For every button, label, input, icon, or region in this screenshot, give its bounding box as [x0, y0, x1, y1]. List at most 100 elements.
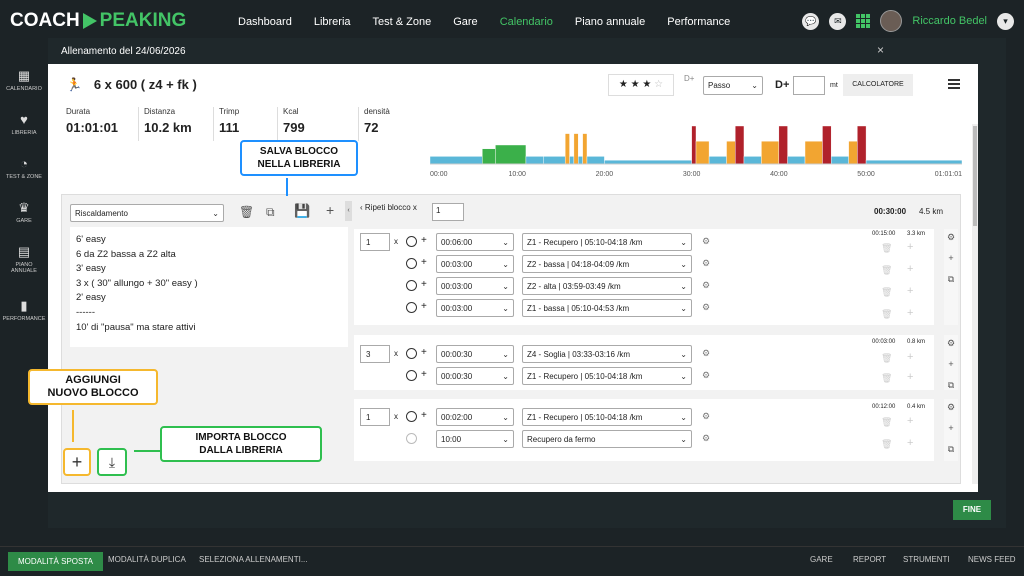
- clock-icon[interactable]: [406, 236, 417, 247]
- trash-icon[interactable]: 🗑: [881, 265, 892, 276]
- trash-icon[interactable]: 🗑: [239, 205, 254, 219]
- nav-gare[interactable]: Gare: [453, 16, 477, 28]
- copy-icon[interactable]: ⧉: [266, 205, 275, 220]
- gear-icon[interactable]: ⚙: [702, 302, 710, 313]
- sidebar-item-calendario[interactable]: ▦ CALENDARIO: [0, 68, 48, 92]
- zone-select[interactable]: Z4 - Soglia | 03:33-03:16 /km ⌄: [522, 345, 692, 363]
- gear-icon[interactable]: ⚙: [944, 338, 958, 359]
- repeat-input[interactable]: 1: [432, 203, 464, 221]
- notes-textarea[interactable]: 6' easy 6 da Z2 bassa a Z2 alta 3' easy …: [70, 227, 348, 347]
- nav-libreria[interactable]: Libreria: [314, 16, 351, 28]
- gear-icon[interactable]: ⚙: [702, 370, 710, 381]
- duration-select[interactable]: 00:03:00 ⌄: [436, 255, 514, 273]
- report-button[interactable]: REPORT: [853, 555, 886, 564]
- chat-icon[interactable]: 💬: [802, 12, 820, 30]
- add-icon[interactable]: +: [907, 371, 913, 383]
- sidebar-item-piano-annuale[interactable]: ▤ PIANO ANNUALE: [0, 244, 48, 274]
- duration-select[interactable]: 00:02:00 ⌄: [436, 408, 514, 426]
- import-block-button[interactable]: ⤓: [97, 448, 127, 476]
- add-step-icon[interactable]: +: [421, 279, 427, 290]
- gear-icon[interactable]: ⚙: [944, 232, 958, 253]
- gear-icon[interactable]: ⚙: [702, 348, 710, 359]
- races-button[interactable]: GARE: [810, 555, 833, 564]
- zone-select[interactable]: Z1 - Recupero | 05:10-04:18 /km ⌄: [522, 367, 692, 385]
- zone-select[interactable]: Z1 - bassa | 05:10-04:53 /km ⌄: [522, 299, 692, 317]
- duration-select[interactable]: 00:00:30 ⌄: [436, 345, 514, 363]
- nav-piano-annuale[interactable]: Piano annuale: [575, 16, 645, 28]
- gear-icon[interactable]: ⚙: [702, 280, 710, 291]
- menu-icon[interactable]: [948, 79, 960, 90]
- clock-icon[interactable]: [406, 258, 417, 269]
- add-step-icon[interactable]: +: [421, 257, 427, 268]
- dplus-input[interactable]: [793, 76, 825, 95]
- star-icon[interactable]: ★: [631, 79, 640, 90]
- trash-icon[interactable]: 🗑: [881, 439, 892, 450]
- copy-icon[interactable]: ⧉: [944, 274, 958, 295]
- star-icon[interactable]: ★: [619, 79, 628, 90]
- reps-input[interactable]: 1: [360, 408, 390, 426]
- zone-select[interactable]: Z2 - alta | 03:59-03:49 /km ⌄: [522, 277, 692, 295]
- gear-icon[interactable]: ⚙: [944, 402, 958, 423]
- sidebar-item-test-zone[interactable]: ◔ TEST & ZONE: [0, 156, 48, 180]
- trash-icon[interactable]: 🗑: [881, 243, 892, 254]
- add-icon[interactable]: +: [907, 263, 913, 275]
- zone-select[interactable]: Z1 - Recupero | 05:10-04:18 /km ⌄: [522, 233, 692, 251]
- add-step-icon[interactable]: +: [421, 301, 427, 312]
- clock-icon[interactable]: [406, 411, 417, 422]
- add-icon[interactable]: +: [944, 359, 958, 380]
- star-icon[interactable]: ★: [642, 79, 651, 90]
- scrollbar[interactable]: [972, 124, 978, 484]
- collapse-handle-icon[interactable]: ‹: [345, 201, 352, 221]
- trash-icon[interactable]: 🗑: [881, 373, 892, 384]
- gear-icon[interactable]: ⚙: [702, 433, 710, 444]
- add-step-icon[interactable]: +: [421, 369, 427, 380]
- reps-input[interactable]: 3: [360, 345, 390, 363]
- duration-select[interactable]: 10:00 ⌄: [436, 430, 514, 448]
- sidebar-item-gare[interactable]: ♛ GARE: [0, 200, 48, 224]
- add-step-icon[interactable]: +: [421, 347, 427, 358]
- user-name[interactable]: Riccardo Bedel: [912, 15, 987, 27]
- select-workouts-button[interactable]: SELEZIONA ALLENAMENTI...: [199, 555, 307, 564]
- duration-select[interactable]: 00:03:00 ⌄: [436, 277, 514, 295]
- duplicate-mode-button[interactable]: MODALITÀ DUPLICA: [108, 555, 186, 564]
- sidebar-item-performance[interactable]: ▮ PERFORMANCE: [0, 298, 48, 322]
- add-icon[interactable]: +: [326, 202, 334, 218]
- pace-select[interactable]: Passo ⌄: [703, 76, 763, 95]
- add-icon[interactable]: +: [907, 307, 913, 319]
- clock-icon[interactable]: [406, 370, 417, 381]
- add-block-button[interactable]: +: [63, 448, 91, 476]
- nav-dashboard[interactable]: Dashboard: [238, 16, 292, 28]
- reps-input[interactable]: 1: [360, 233, 390, 251]
- workout-title[interactable]: 6 x 600 ( z4 + fk ): [94, 77, 197, 92]
- add-icon[interactable]: +: [907, 351, 913, 363]
- gear-icon[interactable]: ⚙: [702, 411, 710, 422]
- trash-icon[interactable]: 🗑: [881, 309, 892, 320]
- add-icon[interactable]: +: [907, 415, 913, 427]
- duration-select[interactable]: 00:00:30 ⌄: [436, 367, 514, 385]
- gear-icon[interactable]: ⚙: [702, 236, 710, 247]
- zone-select[interactable]: Z1 - Recupero | 05:10-04:18 /km ⌄: [522, 408, 692, 426]
- nav-calendario[interactable]: Calendario: [500, 16, 553, 28]
- move-mode-button[interactable]: MODALITÀ SPOSTA: [8, 552, 103, 571]
- save-block-icon[interactable]: 💾: [294, 203, 312, 221]
- finish-button[interactable]: FINE: [953, 500, 991, 520]
- copy-icon[interactable]: ⧉: [944, 380, 958, 401]
- clock-icon[interactable]: [406, 280, 417, 291]
- tools-button[interactable]: STRUMENTI: [903, 555, 950, 564]
- add-icon[interactable]: +: [907, 437, 913, 449]
- mail-icon[interactable]: ✉: [829, 12, 847, 30]
- close-icon[interactable]: ×: [877, 43, 884, 57]
- add-icon[interactable]: +: [944, 423, 958, 444]
- calculator-button[interactable]: CALCOLATORE: [843, 74, 913, 96]
- rating-stars[interactable]: ★ ★ ★ ☆: [608, 74, 674, 96]
- duration-select[interactable]: 00:06:00 ⌄: [436, 233, 514, 251]
- add-step-icon[interactable]: +: [421, 235, 427, 246]
- block-type-select[interactable]: Riscaldamento ⌄: [70, 204, 224, 222]
- sidebar-item-libreria[interactable]: ♥ LIBRERIA: [0, 112, 48, 136]
- copy-icon[interactable]: ⧉: [944, 444, 958, 465]
- nav-test-zone[interactable]: Test & Zone: [373, 16, 432, 28]
- apps-grid-icon[interactable]: [856, 14, 871, 28]
- trash-icon[interactable]: 🗑: [881, 417, 892, 428]
- chevron-down-icon[interactable]: ▾: [997, 12, 1014, 30]
- add-icon[interactable]: +: [907, 285, 913, 297]
